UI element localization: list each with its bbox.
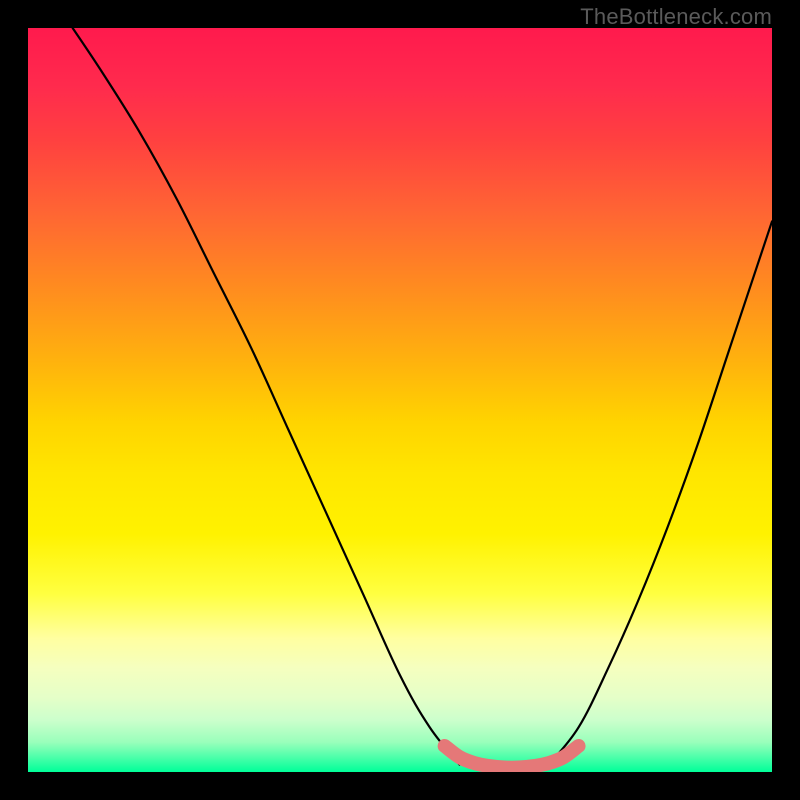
curve-overlay — [28, 28, 772, 772]
watermark-text: TheBottleneck.com — [580, 4, 772, 30]
plot-area — [28, 28, 772, 772]
valley-highlight — [445, 746, 579, 768]
left-curve — [73, 28, 460, 765]
chart-container: TheBottleneck.com — [0, 0, 800, 800]
right-curve — [549, 221, 772, 764]
